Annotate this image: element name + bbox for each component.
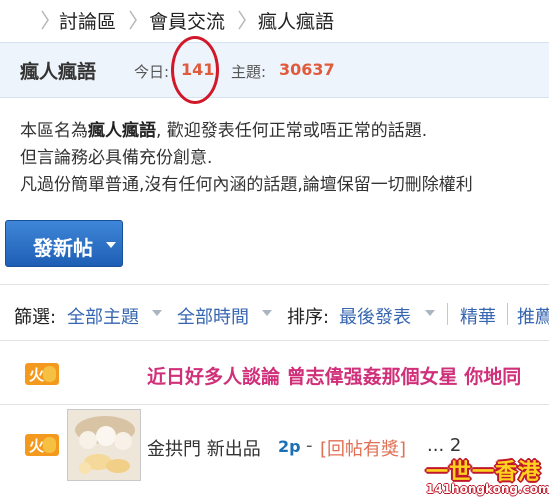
thread-title[interactable]: 金拱門 新出品 xyxy=(147,435,261,461)
chevron-right-icon xyxy=(128,9,138,31)
breadcrumb-item-members[interactable]: 會員交流 xyxy=(149,7,225,34)
divider xyxy=(0,340,549,341)
new-post-label: 發新帖 xyxy=(33,236,93,260)
svg-text:火: 火 xyxy=(29,437,45,455)
chevron-right-icon xyxy=(40,9,50,31)
forum-description: 本區名為瘋人瘋語, 歡迎發表任何正常或唔正常的話題. 但言論務必具備充份創意. … xyxy=(20,118,549,199)
annotation-circle xyxy=(171,36,219,104)
filter-label: 篩選: xyxy=(14,307,57,328)
topics-label: 主題: xyxy=(231,63,267,81)
site-watermark-logo: 一世一香港 141hongkong.com xyxy=(420,452,549,501)
sort-last-post[interactable]: 最後發表 xyxy=(339,303,411,329)
description-line-3: 凡過份簡單普通,沒有任何內涵的話題,論壇保留一切刪除權利 xyxy=(20,175,473,195)
description-line-1: 本區名為瘋人瘋語, 歡迎發表任何正常或唔正常的話題. xyxy=(20,121,428,141)
thread-thumbnail[interactable] xyxy=(67,409,141,481)
breadcrumb-item-forum[interactable]: 討論區 xyxy=(59,7,116,34)
hot-thread-icon: 火 xyxy=(25,363,59,385)
today-label: 今日: xyxy=(134,63,170,81)
description-line-2: 但言論務必具備充份創意. xyxy=(20,148,213,168)
filter-all-time[interactable]: 全部時間 xyxy=(177,303,249,329)
new-post-button[interactable]: 發新帖 xyxy=(5,220,123,267)
divider xyxy=(0,404,549,405)
caret-down-icon xyxy=(425,310,435,316)
filter-all-topics[interactable]: 全部主題 xyxy=(67,303,139,329)
thread-page-count: 2p xyxy=(278,437,301,456)
forum-title: 瘋人瘋語 xyxy=(20,61,97,83)
svg-text:火: 火 xyxy=(29,366,45,384)
caret-down-icon xyxy=(106,242,116,248)
watermark-url: 141hongkong.com xyxy=(426,482,549,496)
chevron-right-icon xyxy=(237,9,247,31)
thread-separator: - xyxy=(306,435,313,456)
caret-down-icon xyxy=(262,310,272,316)
forum-header: 瘋人瘋語 今日: 141 主題: 30637 xyxy=(0,42,549,98)
divider xyxy=(0,284,549,285)
filter-digest[interactable]: 精華 xyxy=(460,303,496,329)
thread-tag[interactable]: [回帖有獎] xyxy=(320,435,406,461)
breadcrumb-item-current[interactable]: 瘋人瘋語 xyxy=(258,7,334,34)
breadcrumb: 討論區 會員交流 瘋人瘋語 xyxy=(0,0,549,40)
divider xyxy=(447,303,448,325)
hot-thread-icon: 火 xyxy=(25,434,59,456)
filter-recommend[interactable]: 推薦 xyxy=(517,303,549,329)
sort-label: 排序: xyxy=(287,307,330,328)
thread-title[interactable]: 近日好多人談論 曾志偉强姦那個女星 你地同 xyxy=(147,362,521,389)
topics-count: 30637 xyxy=(279,60,335,79)
caret-down-icon xyxy=(152,310,162,316)
divider xyxy=(507,303,508,325)
